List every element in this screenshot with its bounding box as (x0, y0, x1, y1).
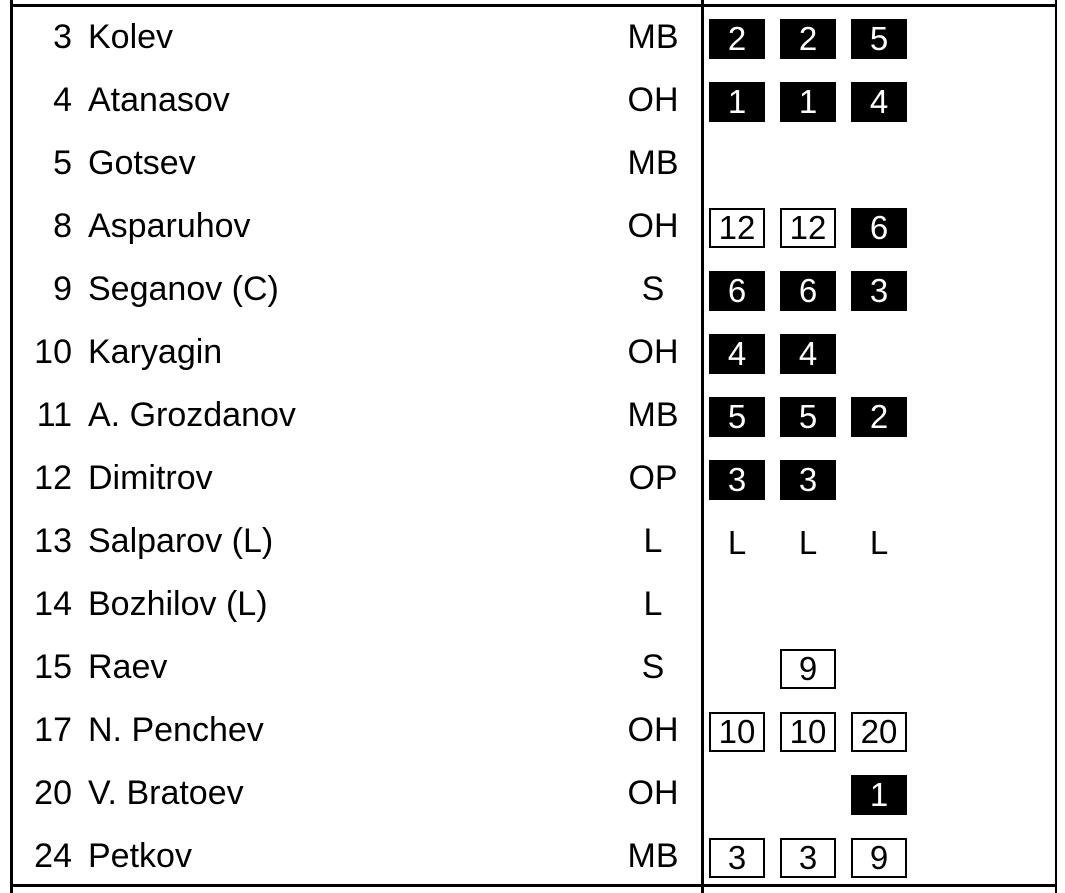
player-position: S (641, 270, 665, 308)
table-row: 17 N. Penchev OH 10 10 20 (0, 699, 1065, 762)
player-name: A. Grozdanov (88, 396, 296, 434)
set-2-cell: 9 (780, 649, 836, 689)
player-position: OH (627, 333, 679, 371)
player-number: 15 (34, 648, 72, 686)
player-name: V. Bratoev (88, 774, 244, 812)
table-row: 24 Petkov MB 3 3 9 (0, 825, 1065, 888)
set-2-cell: 3 (780, 838, 836, 878)
player-number: 11 (36, 396, 72, 434)
table-row: 15 Raev S 9 (0, 636, 1065, 699)
set-1-cell: L (727, 524, 747, 561)
player-name: Gotsev (88, 144, 196, 182)
set-1-cell: 1 (709, 82, 765, 122)
table-row: 14 Bozhilov (L) L (0, 573, 1065, 636)
table-row: 5 Gotsev MB (0, 132, 1065, 195)
table-row: 12 Dimitrov OP 3 3 (0, 447, 1065, 510)
table-row: 11 A. Grozdanov MB 5 5 2 (0, 384, 1065, 447)
player-position: OH (627, 207, 679, 245)
set-1-cell: 5 (709, 397, 765, 437)
player-number: 12 (34, 459, 72, 497)
set-3-cell: 9 (851, 838, 907, 878)
player-position: MB (627, 837, 679, 875)
player-position: OH (627, 774, 679, 812)
set-3-cell: 5 (851, 19, 907, 59)
player-number: 14 (34, 585, 72, 623)
player-number: 4 (53, 81, 72, 119)
player-number: 10 (34, 333, 72, 371)
player-name: N. Penchev (88, 711, 264, 749)
player-position: MB (627, 18, 679, 56)
set-3-cell: 1 (851, 775, 907, 815)
set-3-cell: L (869, 524, 889, 561)
player-number: 17 (34, 711, 72, 749)
player-number: 20 (34, 774, 72, 812)
table-row: 4 Atanasov OH 1 1 4 (0, 69, 1065, 132)
set-2-cell: 2 (780, 19, 836, 59)
player-position: L (643, 522, 663, 560)
player-number: 9 (53, 270, 72, 308)
set-1-cell: 3 (709, 460, 765, 500)
player-name: Bozhilov (L) (88, 585, 268, 623)
player-name: Raev (88, 648, 168, 686)
player-number: 8 (53, 207, 72, 245)
set-3-cell: 20 (851, 712, 907, 752)
set-1-cell: 12 (709, 208, 765, 248)
set-1-cell: 3 (709, 838, 765, 878)
table-row: 10 Karyagin OH 4 4 (0, 321, 1065, 384)
set-1-cell: 4 (709, 334, 765, 374)
table-row: 3 Kolev MB 2 2 5 (0, 6, 1065, 69)
player-position: L (643, 585, 663, 623)
player-number: 5 (53, 144, 72, 182)
table-row: 13 Salparov (L) L L L L (0, 510, 1065, 573)
roster-table: 3 Kolev MB 2 2 5 4 Atanasov OH 1 1 4 5 Gotsev MB 8 Aspar… (0, 0, 1065, 893)
player-position: OH (627, 81, 679, 119)
table-row: 8 Asparuhov OH 12 12 6 (0, 195, 1065, 258)
player-number: 13 (34, 522, 72, 560)
set-1-cell: 6 (709, 271, 765, 311)
player-name: Atanasov (88, 81, 230, 119)
table-row: 20 V. Bratoev OH 1 (0, 762, 1065, 825)
set-2-cell: 5 (780, 397, 836, 437)
set-2-cell: 1 (780, 82, 836, 122)
player-name: Dimitrov (88, 459, 213, 497)
player-name: Asparuhov (88, 207, 251, 245)
set-3-cell: 2 (851, 397, 907, 437)
set-3-cell: 4 (851, 82, 907, 122)
set-3-cell: 6 (851, 208, 907, 248)
player-number: 3 (53, 18, 72, 56)
player-position: MB (627, 396, 679, 434)
set-2-cell: 10 (780, 712, 836, 752)
player-number: 24 (34, 837, 72, 875)
player-position: S (641, 648, 665, 686)
player-name: Seganov (C) (88, 270, 279, 308)
player-name: Kolev (88, 18, 174, 56)
player-position: OH (627, 711, 679, 749)
player-name: Salparov (L) (88, 522, 274, 560)
table-row: 9 Seganov (C) S 6 6 3 (0, 258, 1065, 321)
set-2-cell: 12 (780, 208, 836, 248)
set-2-cell: L (798, 524, 818, 561)
player-position: OP (628, 459, 678, 497)
player-name: Petkov (88, 837, 192, 875)
player-position: MB (627, 144, 679, 182)
set-2-cell: 3 (780, 460, 836, 500)
player-name: Karyagin (88, 333, 223, 371)
set-2-cell: 6 (780, 271, 836, 311)
set-3-cell: 3 (851, 271, 907, 311)
set-1-cell: 2 (709, 19, 765, 59)
set-1-cell: 10 (709, 712, 765, 752)
set-2-cell: 4 (780, 334, 836, 374)
